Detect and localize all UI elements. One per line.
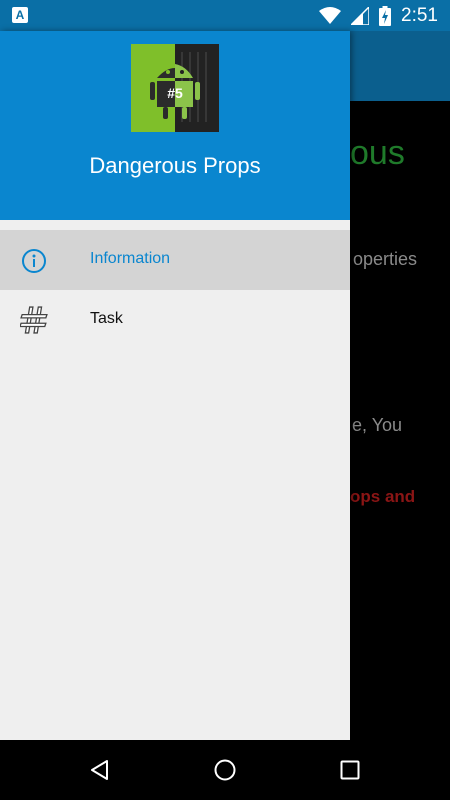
system-nav-bar <box>0 740 450 800</box>
status-icons: 2:51 <box>319 5 438 27</box>
bg-title-fragment: ous <box>350 134 405 172</box>
bg-text-fragment: e, You <box>352 415 403 435</box>
bg-warning-fragment: ops and <box>350 487 416 506</box>
menu-item-task[interactable]: Task <box>0 290 350 350</box>
bg-text-fragment: operties <box>353 249 418 269</box>
info-icon <box>22 249 46 273</box>
signal-icon <box>351 7 370 25</box>
back-icon[interactable] <box>88 758 112 782</box>
menu-item-label: Task <box>90 310 123 327</box>
hash-icon <box>20 306 48 334</box>
wifi-icon <box>319 7 342 24</box>
menu-item-information[interactable]: Information <box>0 230 350 290</box>
drawer-title: Dangerous Props <box>89 153 261 178</box>
notification-app-icon: A <box>12 7 28 23</box>
navigation-drawer: #5 Dangerous Props Information Task <box>0 31 350 740</box>
clock: 2:51 <box>401 5 438 26</box>
status-bar: A 2:51 <box>0 0 450 31</box>
app-toolbar <box>350 31 450 101</box>
battery-charging-icon <box>379 6 392 26</box>
app-logo: #5 <box>131 44 219 132</box>
menu-item-label: Information <box>90 250 171 267</box>
home-icon[interactable] <box>213 758 237 782</box>
drawer-header: #5 Dangerous Props <box>0 31 350 220</box>
drawer-menu: Information Task <box>0 230 350 350</box>
svg-text:#5: #5 <box>167 85 183 101</box>
recents-icon[interactable] <box>338 758 362 782</box>
